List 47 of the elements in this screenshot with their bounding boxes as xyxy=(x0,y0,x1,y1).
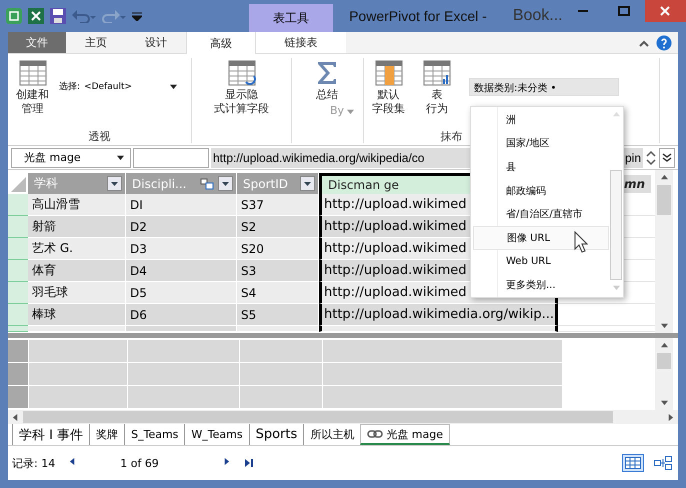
ribbon-tab[interactable]: 链接表 xyxy=(256,32,346,53)
sheet-tab[interactable]: 学科 I 事件 xyxy=(12,424,90,445)
ribbon-tab[interactable]: 主页 xyxy=(66,32,126,53)
ribbon-tab[interactable]: 高级 xyxy=(186,32,256,54)
table-cell: 高山滑雪 xyxy=(28,194,126,216)
table-cell: D6 xyxy=(126,304,237,326)
context-tab-label: 表工具 xyxy=(248,4,334,32)
menu-item[interactable]: 图像 URL xyxy=(473,226,609,250)
create-manage-button[interactable]: 创建和 管理 xyxy=(16,60,49,116)
table-cell: 体育 xyxy=(28,260,126,282)
ribbon-tab[interactable]: 文件 xyxy=(8,32,66,53)
table-cell: S20 xyxy=(237,238,319,260)
record-position: 1 of 69 xyxy=(120,456,159,470)
ribbon-tab[interactable]: 设计 xyxy=(126,32,186,53)
data-category-dropdown[interactable]: 数据类别:未分类 • xyxy=(469,78,619,96)
table-cell: D3 xyxy=(126,238,237,260)
window-title: Book... xyxy=(512,7,563,25)
table-cell: S4 xyxy=(237,282,319,304)
table-cell: 艺术 G. xyxy=(28,238,126,260)
sheet-tab[interactable]: 奖牌 xyxy=(89,424,124,445)
menu-item[interactable]: 洲 xyxy=(473,108,609,132)
table-cell: D4 xyxy=(126,260,237,282)
sheet-tab[interactable]: W_Teams xyxy=(184,424,249,445)
table-cell: D5 xyxy=(126,282,237,304)
table-cell: DI xyxy=(126,194,237,216)
table-cell: 羽毛球 xyxy=(28,282,126,304)
table-cell: 射箭 xyxy=(28,216,126,238)
sheet-tab[interactable]: 光盘 mage xyxy=(360,424,450,445)
show-implicit-fields-button[interactable]: 显示隐 式计算字段 xyxy=(214,60,269,116)
window-title: PowerPivot for Excel - xyxy=(349,8,487,24)
summarize-by-button[interactable]: 总结 By xyxy=(300,60,354,118)
sheet-tab[interactable]: Sports xyxy=(248,424,304,445)
table-cell: http://upload.wikimedia.org/wikip... xyxy=(319,304,558,326)
table-cell: D2 xyxy=(126,216,237,238)
name-box[interactable]: 光盘 mage xyxy=(11,148,131,168)
group-label: 抹布 xyxy=(440,130,462,143)
table-cell: S2 xyxy=(237,216,319,238)
sheet-tab[interactable]: S_Teams xyxy=(124,424,184,445)
table-cell: S3 xyxy=(237,260,319,282)
table-cell: S37 xyxy=(237,194,319,216)
group-label: 透视 xyxy=(88,129,112,143)
table-behavior-button[interactable]: 表 行为 xyxy=(423,60,451,116)
default-field-set-button[interactable]: 默认 字段集 xyxy=(372,60,405,116)
table-cell: 棒球 xyxy=(28,304,126,326)
perspective-dropdown[interactable]: 选择: <Default> xyxy=(59,80,178,93)
record-label: 记录: 14 xyxy=(12,456,56,470)
table-cell: S5 xyxy=(237,304,319,326)
